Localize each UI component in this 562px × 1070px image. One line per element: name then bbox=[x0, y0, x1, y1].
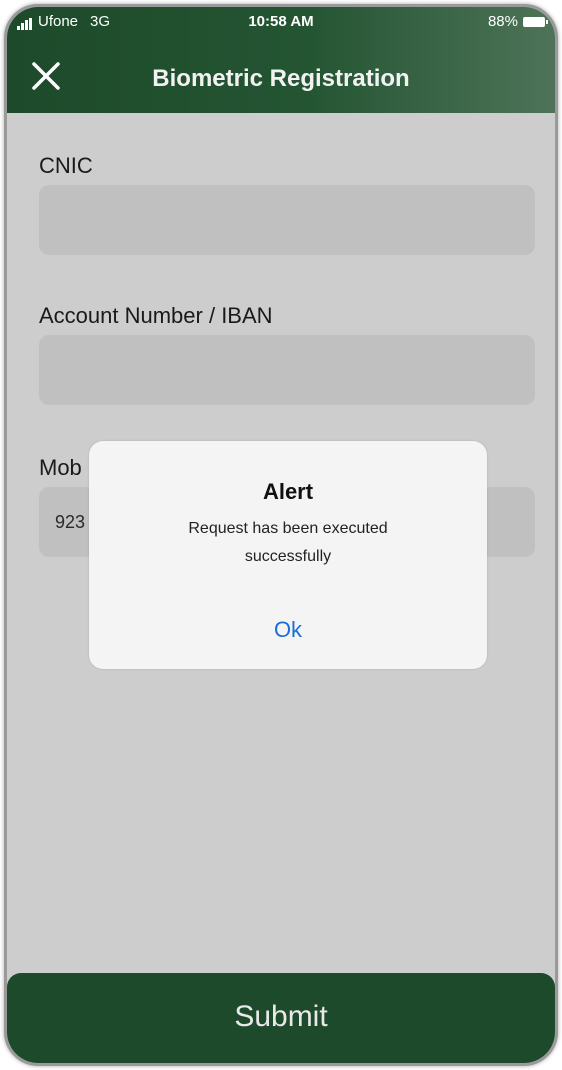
alert-ok-button[interactable]: Ok bbox=[89, 617, 487, 643]
app-header: Ufone 3G 10:58 AM 88% Biometric Registra… bbox=[7, 7, 555, 113]
alert-dialog: Alert Request has been executed successf… bbox=[89, 441, 487, 669]
account-number-input[interactable] bbox=[39, 335, 535, 405]
status-bar: Ufone 3G 10:58 AM 88% bbox=[7, 7, 555, 37]
battery-icon bbox=[523, 16, 548, 27]
page-title: Biometric Registration bbox=[152, 65, 410, 92]
submit-label: Submit bbox=[234, 1000, 328, 1033]
cnic-input[interactable] bbox=[39, 185, 535, 255]
account-number-label: Account Number / IBAN bbox=[39, 303, 273, 328]
status-time: 10:58 AM bbox=[248, 13, 314, 30]
cnic-label: CNIC bbox=[39, 153, 93, 178]
mobile-number-value: 923 bbox=[55, 511, 86, 532]
battery-percent: 88% bbox=[487, 13, 518, 30]
submit-button[interactable]: Submit bbox=[7, 973, 555, 1063]
alert-message: Request has been executed successfully bbox=[188, 520, 388, 565]
status-right: 88% bbox=[487, 13, 548, 30]
phone-screen: Ufone 3G 10:58 AM 88% Biometric Registra… bbox=[4, 4, 558, 1066]
mobile-number-label: Mob bbox=[39, 455, 82, 480]
alert-title: Alert bbox=[262, 479, 314, 504]
